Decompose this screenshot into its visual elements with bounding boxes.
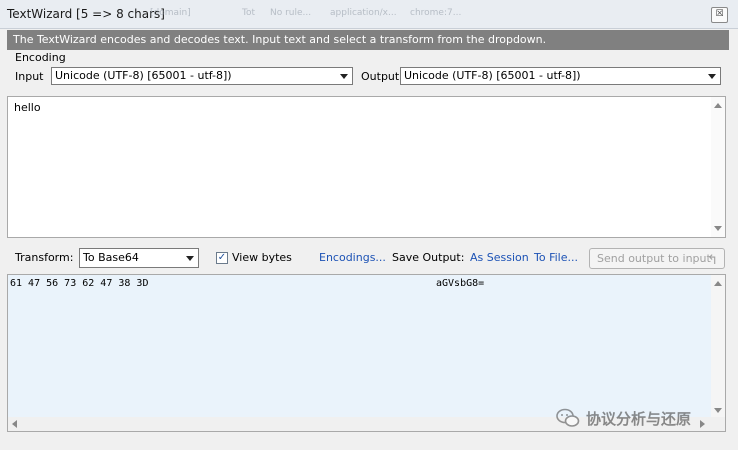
input-vertical-scrollbar[interactable]	[711, 97, 725, 237]
output-hex-bytes: 61 47 56 73 62 47 38 3D	[10, 278, 149, 289]
send-output-to-input-button[interactable]: Send output to input ↰	[589, 248, 725, 269]
output-encoding-value: Unicode (UTF-8) [65001 - utf-8])	[404, 69, 581, 82]
input-text: hello	[14, 101, 41, 114]
encodings-link[interactable]: Encodings...	[319, 251, 386, 264]
encoding-group-label: Encoding	[15, 51, 66, 64]
close-icon: ☒	[715, 9, 724, 19]
window-title: TextWizard [5 => 8 chars]	[7, 7, 165, 21]
input-text-area[interactable]: hello	[7, 96, 726, 238]
background-tab-5: chrome:7...	[410, 8, 462, 18]
title-bar: TextWizard [5 => 8 chars] [domain] Tot N…	[0, 0, 738, 29]
chevron-down-icon	[186, 256, 194, 261]
save-as-session-link[interactable]: As Session	[470, 251, 529, 264]
close-button[interactable]: ☒	[711, 7, 728, 23]
save-to-file-link[interactable]: To File...	[534, 251, 578, 264]
input-encoding-label: Input	[15, 70, 44, 83]
transform-dropdown[interactable]: To Base64	[79, 248, 199, 268]
scroll-up-icon[interactable]	[714, 281, 722, 286]
view-bytes-label: View bytes	[232, 251, 292, 264]
view-bytes-checkbox[interactable]: ✓	[216, 252, 228, 264]
input-encoding-dropdown[interactable]: Unicode (UTF-8) [65001 - utf-8])	[51, 67, 353, 85]
textwizard-window: TextWizard [5 => 8 chars] [domain] Tot N…	[0, 0, 738, 450]
output-encoding-label: Output	[361, 70, 400, 83]
scroll-up-icon[interactable]	[714, 103, 722, 108]
background-tab-3: No rule...	[270, 8, 312, 18]
output-vertical-scrollbar[interactable]	[711, 275, 725, 419]
scroll-down-icon[interactable]	[714, 226, 722, 231]
chevron-down-icon	[708, 74, 716, 79]
return-arrow-icon: ↰	[707, 253, 718, 268]
background-tab-1: [domain]	[150, 8, 191, 18]
send-output-label: Send output to input	[597, 252, 711, 265]
scroll-left-icon[interactable]	[12, 420, 17, 428]
output-text: aGVsbG8=	[436, 278, 485, 289]
output-encoding-dropdown[interactable]: Unicode (UTF-8) [65001 - utf-8])	[400, 67, 721, 85]
background-tab-4: application/x...	[330, 8, 397, 18]
input-encoding-value: Unicode (UTF-8) [65001 - utf-8])	[55, 69, 232, 82]
watermark: 协议分析与还原	[556, 406, 691, 430]
scroll-down-icon[interactable]	[714, 408, 722, 413]
watermark-text: 协议分析与还原	[586, 409, 692, 428]
wechat-icon	[556, 408, 580, 427]
save-output-label: Save Output:	[392, 251, 465, 264]
transform-label: Transform:	[15, 251, 74, 264]
chevron-down-icon	[340, 74, 348, 79]
scroll-right-icon[interactable]	[700, 420, 705, 428]
background-tab-2: Tot	[242, 8, 256, 18]
transform-value: To Base64	[83, 251, 139, 264]
info-bar: The TextWizard encodes and decodes text.…	[7, 30, 729, 50]
